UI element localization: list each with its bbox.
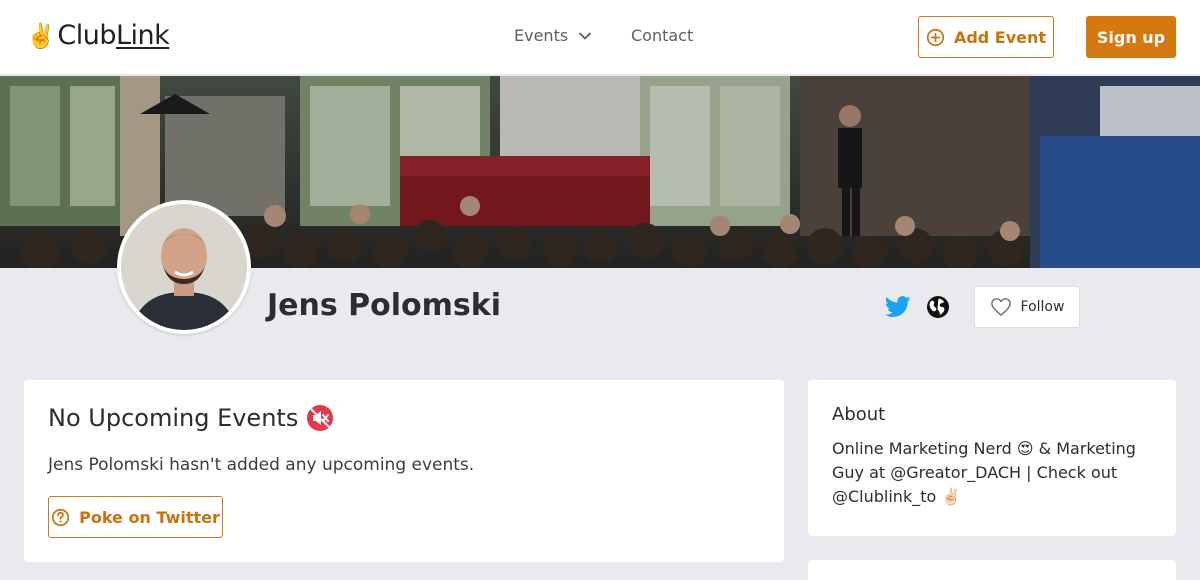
nav-contact-link[interactable]: Contact (631, 26, 693, 45)
profile-name: Jens Polomski (267, 288, 502, 323)
follow-label: Follow (1020, 299, 1065, 315)
events-card-title: No Upcoming Events (48, 404, 299, 432)
poke-on-twitter-label: Poke on Twitter (79, 507, 220, 527)
upcoming-events-card: No Upcoming Events Jens Polomski hasn't … (24, 380, 784, 562)
twitter-icon[interactable] (885, 295, 911, 319)
mute-icon (307, 405, 334, 431)
add-event-label: Add Event (953, 27, 1047, 47)
no-events-message: Jens Polomski hasn't added any upcoming … (48, 455, 475, 475)
logo-text-link: Link (116, 20, 170, 51)
poke-on-twitter-button[interactable]: Poke on Twitter (48, 496, 223, 538)
question-circle-icon (51, 508, 70, 526)
globe-icon[interactable] (926, 295, 950, 319)
chevron-down-icon (579, 32, 592, 39)
top-navbar: ✌️ Club Link Events Contact Add Event Sig… (0, 0, 1200, 75)
peace-hand-icon: ✌️ (26, 21, 56, 50)
logo-text-club: Club (57, 20, 116, 51)
follow-button[interactable]: Follow (974, 286, 1080, 328)
secondary-card (808, 560, 1176, 580)
about-title: About (832, 404, 886, 425)
avatar-photo (121, 204, 247, 330)
nav-events-label: Events (514, 26, 569, 45)
clublink-logo[interactable]: ✌️ Club Link (26, 20, 170, 51)
plus-circle-icon (926, 28, 945, 46)
nav-events-dropdown[interactable]: Events (514, 26, 592, 45)
about-text: Online Marketing Nerd 😍 & Marketing Guy … (832, 439, 1136, 506)
events-card-title-row: No Upcoming Events (48, 404, 334, 432)
about-card: About Online Marketing Nerd 😍 & Marketin… (808, 380, 1176, 536)
add-event-button[interactable]: Add Event (918, 16, 1054, 58)
heart-icon (990, 298, 1011, 316)
profile-avatar (117, 200, 251, 334)
signup-button[interactable]: Sign up (1086, 16, 1176, 58)
